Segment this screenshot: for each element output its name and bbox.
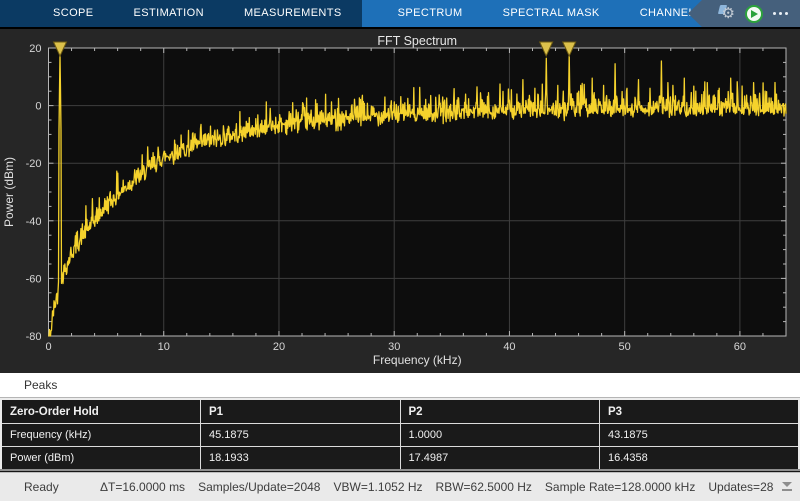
toolbar: SCOPE ESTIMATION MEASUREMENTS SPECTRUM S… bbox=[0, 0, 800, 29]
fft-spectrum-plot[interactable]: 0 10 20 30 40 50 60 20 0 -20 -40 -60 -80 FFT Spectrum… bbox=[0, 29, 800, 373]
x-tick-label: 50 bbox=[619, 341, 631, 353]
spectrum-plot-panel: 0 10 20 30 40 50 60 20 0 -20 -40 -60 -80 FFT Spectrum… bbox=[0, 29, 800, 373]
toolstrip-quick-actions: ⚙ bbox=[688, 0, 800, 27]
y-axis-label: Power (dBm) bbox=[2, 157, 16, 227]
status-updates: Updates=288 bbox=[708, 480, 780, 494]
table-header-row: Zero-Order Hold P1 P2 P3 bbox=[1, 399, 799, 424]
x-tick-label: 40 bbox=[503, 341, 515, 353]
y-tick-label: -40 bbox=[26, 216, 42, 228]
table-row-frequency: Frequency (kHz) 45.1875 1.0000 43.1875 bbox=[1, 424, 799, 447]
status-state: Ready bbox=[24, 480, 74, 494]
table-header-p1: P1 bbox=[201, 399, 401, 424]
play-triangle-icon bbox=[751, 10, 758, 18]
tab-group-main: SCOPE ESTIMATION MEASUREMENTS bbox=[0, 0, 362, 27]
status-bar: Ready ΔT=16.0000 ms Samples/Update=2048 … bbox=[0, 472, 800, 501]
tab-estimation[interactable]: ESTIMATION bbox=[114, 0, 224, 27]
peaks-table: Zero-Order Hold P1 P2 P3 Frequency (kHz)… bbox=[0, 398, 800, 471]
x-tick-label: 60 bbox=[734, 341, 746, 353]
tab-scope[interactable]: SCOPE bbox=[33, 0, 114, 27]
peaks-panel-title: Peaks bbox=[24, 378, 57, 392]
y-tick-label: 20 bbox=[29, 43, 41, 55]
table-cell-value: 45.1875 bbox=[201, 424, 401, 447]
plot-background bbox=[49, 48, 787, 336]
table-cell-label: Power (dBm) bbox=[1, 447, 201, 471]
run-play-icon[interactable] bbox=[745, 5, 763, 23]
x-axis-label: Frequency (kHz) bbox=[373, 353, 462, 367]
status-rbw: RBW=62.5000 Hz bbox=[436, 480, 532, 494]
tab-spectrum[interactable]: SPECTRUM bbox=[378, 0, 483, 27]
y-tick-label: -20 bbox=[26, 158, 42, 170]
table-cell-value: 1.0000 bbox=[400, 424, 600, 447]
table-cell-value: 17.4987 bbox=[400, 447, 600, 471]
status-samples-update: Samples/Update=2048 bbox=[198, 480, 320, 494]
settings-gear-icon[interactable]: ⚙ bbox=[722, 6, 735, 21]
x-tick-label: 10 bbox=[158, 341, 170, 353]
tab-measurements[interactable]: MEASUREMENTS bbox=[224, 0, 362, 27]
statusbar-dock-icon[interactable] bbox=[774, 473, 800, 501]
y-tick-label: -80 bbox=[26, 331, 42, 343]
y-tick-label: 0 bbox=[35, 101, 41, 113]
table-cell-label: Frequency (kHz) bbox=[1, 424, 201, 447]
table-cell-value: 18.1933 bbox=[201, 447, 401, 471]
x-tick-label: 30 bbox=[388, 341, 400, 353]
table-cell-value: 16.4358 bbox=[600, 447, 800, 471]
tab-spectral-mask[interactable]: SPECTRAL MASK bbox=[483, 0, 620, 27]
plot-title: FFT Spectrum bbox=[377, 34, 457, 48]
table-row-power: Power (dBm) 18.1933 17.4987 16.4358 bbox=[1, 447, 799, 471]
status-items: ΔT=16.0000 ms Samples/Update=2048 VBW=1.… bbox=[100, 480, 800, 494]
table-cell-value: 43.1875 bbox=[600, 424, 800, 447]
status-vbw: VBW=1.1052 Hz bbox=[333, 480, 422, 494]
peaks-table-zone: Zero-Order Hold P1 P2 P3 Frequency (kHz)… bbox=[0, 398, 800, 472]
status-delta-t: ΔT=16.0000 ms bbox=[100, 480, 185, 494]
status-sample-rate: Sample Rate=128.0000 kHz bbox=[545, 480, 695, 494]
table-header-p2: P2 bbox=[400, 399, 600, 424]
x-tick-label: 0 bbox=[45, 341, 51, 353]
table-header-p3: P3 bbox=[600, 399, 800, 424]
more-ellipsis-icon[interactable] bbox=[773, 8, 788, 19]
y-tick-label: -60 bbox=[26, 273, 42, 285]
x-tick-label: 20 bbox=[273, 341, 285, 353]
table-header-series: Zero-Order Hold bbox=[1, 399, 201, 424]
peaks-panel-header: Peaks bbox=[0, 373, 800, 398]
